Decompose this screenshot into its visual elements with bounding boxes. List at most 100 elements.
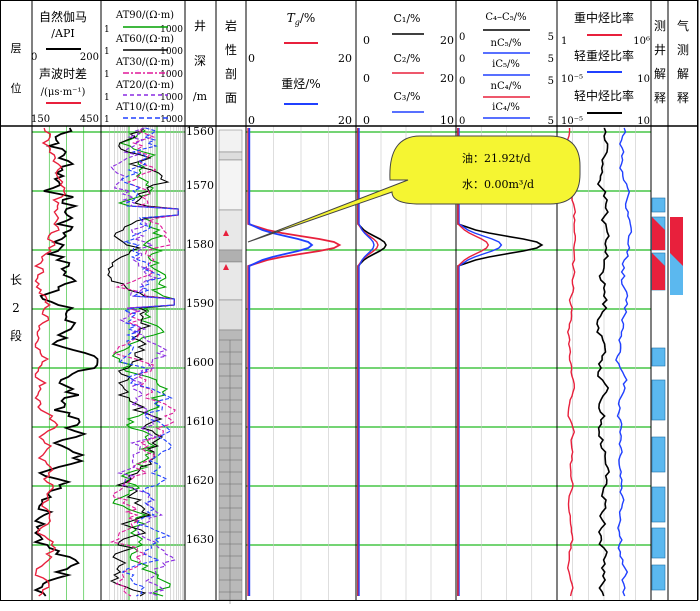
res-3-max: 1000 [160,70,183,80]
res-1-min: 1 [104,25,110,35]
c45-min-3: 0 [459,76,465,87]
tg-min: 0 [248,52,255,65]
depth-tick-1620: 1620 [186,474,214,487]
well-log-diagram: 层 位 自然伽马 /API 0 200 声波时差 /(μs·m⁻¹) 150 4… [0,0,700,611]
lithology-bed [218,159,243,211]
ac-max: 450 [80,114,99,125]
lithology-bed [218,209,243,251]
lithology-bed [218,299,243,331]
interp-header-4: 释 [654,91,666,105]
layer-name-1: 长 [10,273,22,287]
c3-title: C₃/% [394,90,421,103]
c45-max-2: 5 [548,54,554,65]
ratio3-min: 10⁻⁵ [561,116,583,127]
depth-tick-1630: 1630 [186,533,214,546]
c45-max-3: 5 [548,76,554,87]
layer-name-3: 段 [10,328,22,343]
depth-tick-1610: 1610 [186,415,214,428]
lithology-bed [218,261,243,301]
ratio2-min: 10⁻⁵ [561,74,583,85]
c45-max-4: 5 [548,116,554,127]
ratio3-title: 轻中烃比率 [574,88,634,103]
c45-max-1: 5 [548,32,554,43]
c2-title: C₂/% [394,52,421,65]
lith-header-2: 性 [225,43,237,57]
c2-max: 20 [440,72,454,85]
callout-water: 水：0.00m³/d [462,178,534,191]
lithology-bed [218,151,243,161]
layer-header-2: 位 [11,81,22,95]
callout-oil: 油：21.92t/d [462,151,531,165]
c2-min: 0 [363,72,370,85]
ac-min: 150 [31,114,50,125]
gas-interp-header-3: 解 [677,67,689,81]
interpretation-box [651,379,666,421]
ratio1-max: 10⁶ [633,36,650,47]
layer-name-2: 2 [12,301,20,315]
res-2-label: AT60/(Ω·m) [115,34,174,45]
heavy-min: 0 [248,114,255,127]
lithology-bed [218,129,243,153]
gr-unit: /API [51,27,74,40]
gr-max: 200 [80,52,99,63]
lithology-bed [218,329,243,601]
lith-header-4: 面 [225,91,237,105]
gas-interp-header-4: 释 [677,91,689,105]
res-2-max: 1000 [160,47,183,57]
heavy-title: 重烃/% [281,77,320,91]
interp-header-1: 测 [654,19,666,33]
lith-header-3: 剖 [225,67,237,81]
c3-max: 10 [440,114,454,127]
ratio2-title: 轻重烃比率 [574,48,634,63]
heavy-max: 20 [338,114,352,127]
c1-title: C₁/% [394,12,421,25]
depth-tick-1580: 1580 [186,238,214,251]
c1-max: 20 [440,34,454,47]
c45-title: C₄–C₅/% [485,12,526,23]
depth-tick-1570: 1570 [186,179,214,192]
interpretation-box [651,564,666,591]
interpretation-box [651,436,666,473]
res-3-label: AT30/(Ω·m) [115,57,174,68]
interpretation-box [651,197,666,213]
depth-header-3: /m [193,90,208,103]
interpretation-box [651,486,666,523]
res-2-min: 1 [104,47,110,57]
res-4-min: 1 [104,93,110,103]
res-1-label: AT90/(Ω·m) [115,10,174,21]
layer-header-1: 层 [11,42,22,55]
depth-header-2: 深 [194,54,206,68]
interp-header-2: 井 [654,43,666,57]
c45-item-2: iC₅/% [492,59,520,70]
depth-tick-1560: 1560 [186,125,214,138]
ratio1-title: 重中烃比率 [574,10,634,25]
gr-title: 自然伽马 [39,9,87,24]
c3-min: 0 [363,114,370,127]
c45-item-4: iC₄/% [492,102,520,113]
tg-max: 20 [338,52,352,65]
depth-tick-1590: 1590 [186,297,214,310]
svg-text:Tg/%: Tg/% [287,11,316,27]
depth-tick-1600: 1600 [186,356,214,369]
c45-min-4: 0 [459,116,465,127]
ratio1-min: 1 [561,36,567,47]
res-5-max: 1000 [160,115,183,125]
depth-header-1: 井 [194,19,206,33]
ac-title: 声波时差 [39,67,87,81]
ratio2-max: 10 [637,74,650,85]
res-3-min: 1 [104,70,110,80]
gas-interp-header-1: 气 [677,18,689,33]
ac-unit: /(μs·m⁻¹) [41,87,86,98]
gr-min: 0 [31,52,37,63]
res-5-min: 1 [104,115,110,125]
lith-header-1: 岩 [225,18,237,33]
c45-min-2: 0 [459,54,465,65]
c1-min: 0 [363,34,370,47]
c45-item-3: nC₄/% [491,81,522,92]
res-5-label: AT10/(Ω·m) [115,102,174,113]
interp-header-3: 解 [654,67,666,81]
ratio3-max: 10 [637,116,650,127]
tg-unit: /% [300,11,315,25]
res-4-label: AT20/(Ω·m) [115,80,174,91]
c45-item-1: nC₅/% [491,38,522,49]
